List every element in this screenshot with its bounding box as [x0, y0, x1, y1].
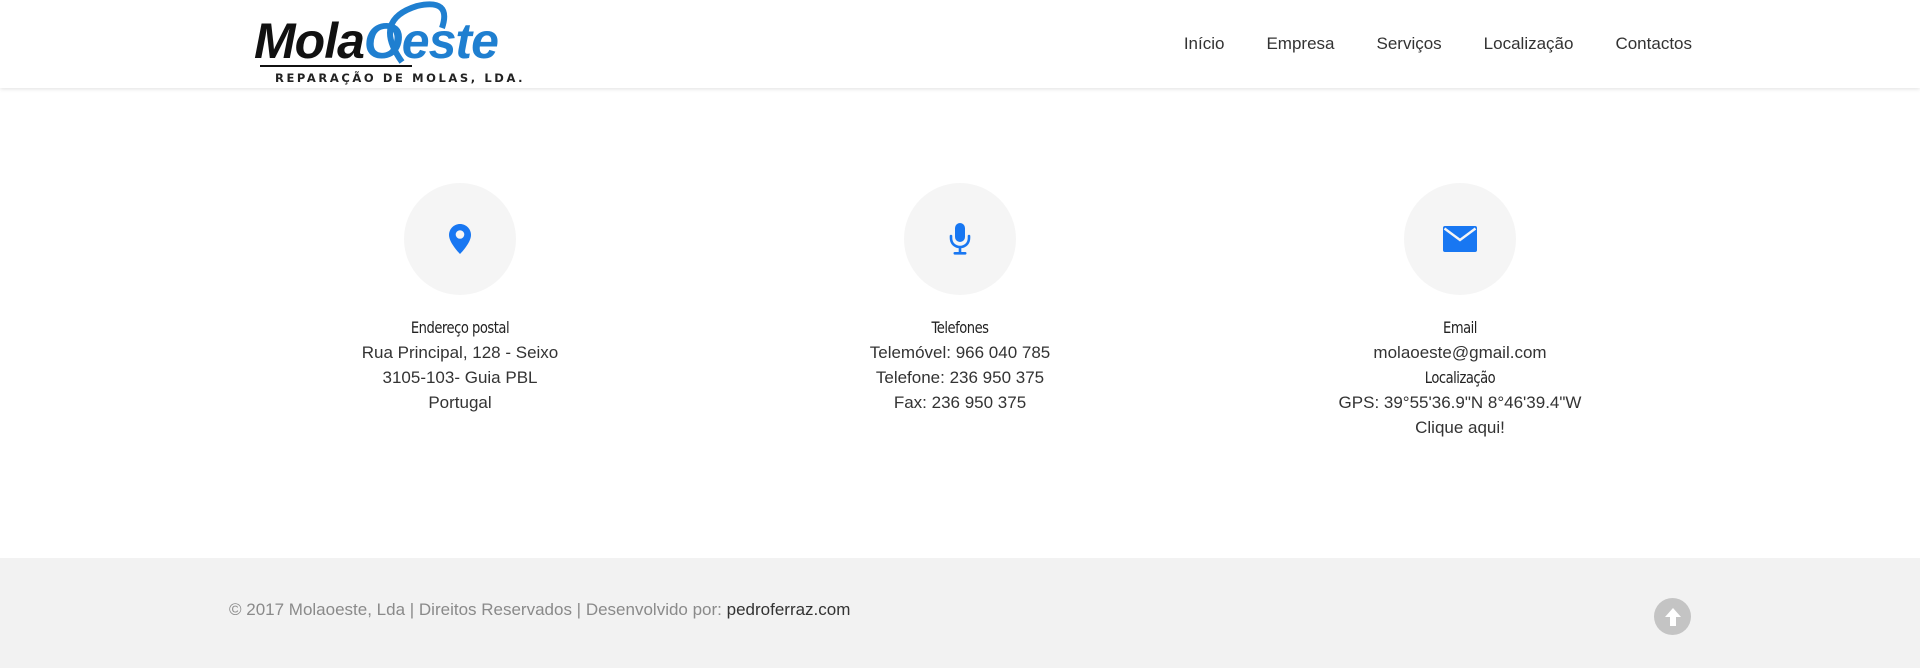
nav-item-contactos[interactable]: Contactos	[1615, 30, 1692, 58]
address-line-postal: 3105-103- Guia PBL	[382, 368, 538, 387]
email-title: Email	[1443, 318, 1477, 337]
logo[interactable]: MolaOeste REPARAÇÃO DE MOLAS, LDA.	[252, 0, 532, 88]
nav-item-inicio[interactable]: Início	[1184, 30, 1225, 58]
contacts-section: Endereço postal Rua Principal, 128 - Sei…	[0, 88, 1920, 558]
address-title: Endereço postal	[410, 318, 510, 337]
logo-wordmark: MolaOeste	[254, 12, 534, 70]
nav-item-servicos[interactable]: Serviços	[1376, 30, 1441, 58]
map-link[interactable]: Clique aqui!	[1415, 418, 1505, 437]
phone-mobile: Telemóvel: 966 040 785	[869, 343, 1051, 362]
address-icon-circle	[404, 183, 516, 295]
phone-landline: Telefone: 236 950 375	[875, 368, 1045, 387]
phones-title: Telefones	[931, 318, 989, 337]
site-footer: © 2017 Molaoeste, Lda | Direitos Reserva…	[0, 558, 1920, 668]
scroll-top-button[interactable]	[1654, 598, 1691, 635]
developer-link[interactable]: pedroferraz.com	[727, 600, 851, 619]
copyright-text: © 2017 Molaoeste, Lda | Direitos Reserva…	[229, 600, 727, 619]
gps-coordinates: GPS: 39°55'36.9"N 8°46'39.4"W	[1338, 393, 1582, 412]
nav-item-empresa[interactable]: Empresa	[1266, 30, 1334, 58]
microphone-icon	[949, 223, 971, 255]
location-title: Localização	[1424, 368, 1496, 387]
logo-word-oeste: Oeste	[363, 13, 499, 69]
email-address[interactable]: molaoeste@gmail.com	[1270, 340, 1650, 365]
arrow-up-icon	[1664, 607, 1681, 626]
main-nav: Início Empresa Serviços Localização Cont…	[1184, 30, 1692, 58]
address-column: Endereço postal Rua Principal, 128 - Sei…	[270, 183, 650, 415]
email-icon-circle	[1404, 183, 1516, 295]
email-column: Email molaoeste@gmail.com Localização GP…	[1270, 183, 1650, 440]
address-line-country: Portugal	[428, 393, 492, 412]
nav-item-localizacao[interactable]: Localização	[1484, 30, 1574, 58]
site-header: MolaOeste REPARAÇÃO DE MOLAS, LDA. Iníci…	[0, 0, 1920, 88]
envelope-icon	[1443, 226, 1477, 252]
address-line-street: Rua Principal, 128 - Seixo	[361, 343, 559, 362]
phone-fax: Fax: 236 950 375	[893, 393, 1027, 412]
footer-copyright: © 2017 Molaoeste, Lda | Direitos Reserva…	[229, 598, 850, 622]
phones-icon-circle	[904, 183, 1016, 295]
map-marker-icon	[449, 224, 471, 254]
logo-tagline: REPARAÇÃO DE MOLAS, LDA.	[275, 71, 526, 85]
logo-word-mola: Mola	[254, 13, 365, 69]
phones-column: Telefones Telemóvel: 966 040 785 Telefon…	[770, 183, 1150, 415]
